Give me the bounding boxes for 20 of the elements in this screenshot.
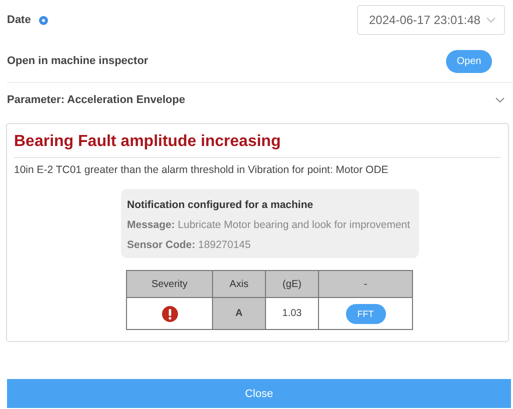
chevron-down-icon[interactable]: [495, 97, 505, 103]
notification-detail: Sensor Code: 189270145: [127, 239, 252, 251]
column-header: Severity: [126, 270, 212, 298]
alert-description: 10in E-2 TC01 greater than the alarm threshold in Vibration for point: Motor ODE: [14, 163, 390, 178]
parameter-label: Parameter: Acceleration Envelope: [7, 94, 186, 106]
column-header: -: [318, 270, 412, 298]
chevron-down-icon: [486, 17, 496, 23]
open-button[interactable]: Open: [446, 50, 492, 72]
alert-title: Bearing Fault amplitude increasing: [14, 124, 501, 158]
column-header: (gE): [266, 270, 318, 298]
table-cell: 1.03: [266, 298, 318, 330]
column-header: Axis: [212, 270, 266, 298]
notification-title: Notification configured for a machine: [127, 199, 314, 211]
field-label: Date: [7, 14, 31, 26]
notification-detail: Message: Lubricate Motor bearing and look for improvement: [127, 219, 412, 231]
table-cell: A: [212, 298, 266, 330]
field-label: Open in machine inspector: [7, 55, 148, 67]
date-dropdown[interactable]: 2024-06-17 23:01:48: [357, 5, 505, 35]
close-button[interactable]: Close: [7, 379, 511, 408]
fft-button[interactable]: FFT: [346, 304, 386, 324]
